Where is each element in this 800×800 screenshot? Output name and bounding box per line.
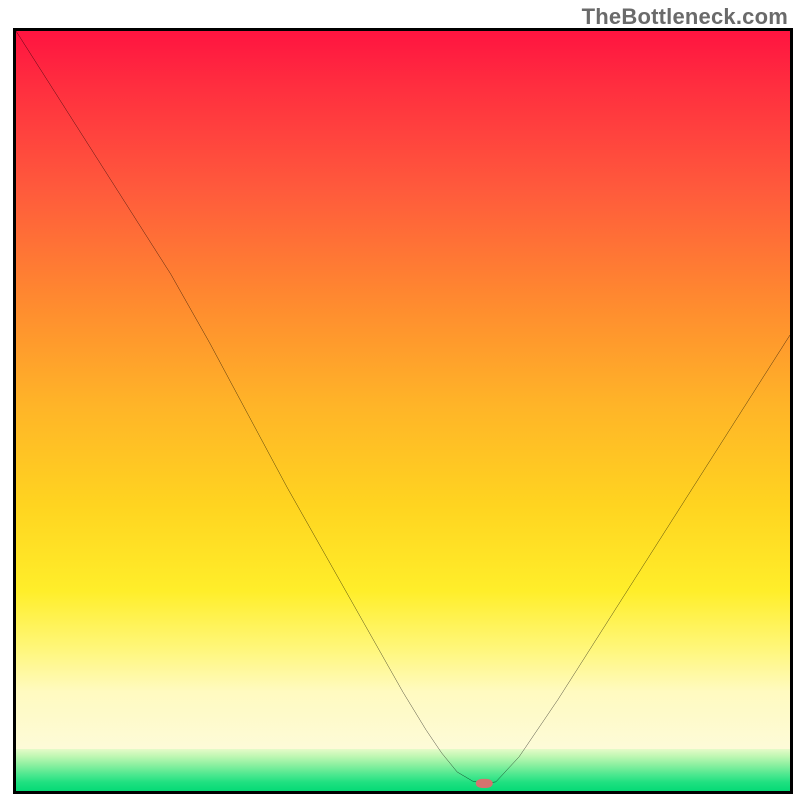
- curve-path: [16, 31, 790, 783]
- plot-frame: [13, 28, 793, 794]
- minimum-marker: [476, 779, 493, 788]
- watermark-text: TheBottleneck.com: [582, 4, 788, 30]
- bottleneck-curve: [16, 31, 790, 791]
